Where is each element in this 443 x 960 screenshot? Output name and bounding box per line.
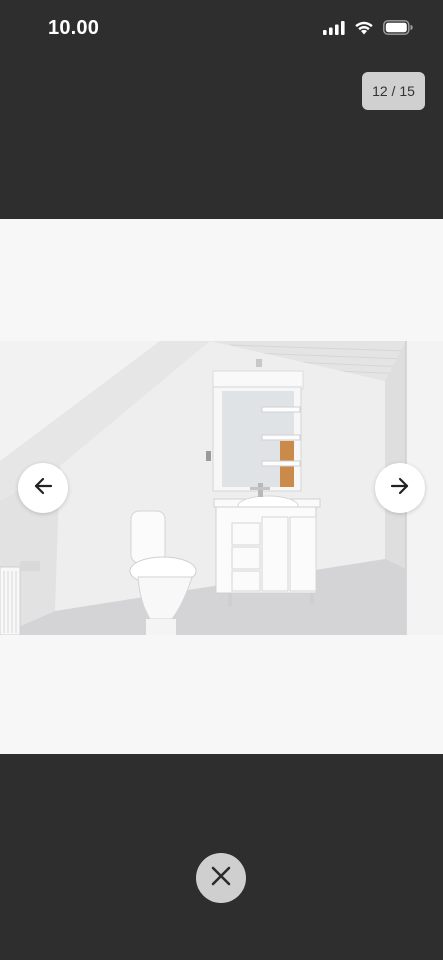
close-icon <box>210 865 232 892</box>
battery-icon <box>383 20 413 40</box>
wifi-icon <box>354 20 374 40</box>
arrow-left-icon <box>32 475 54 502</box>
image-counter-badge: 12 / 15 <box>362 72 425 110</box>
image-viewer <box>0 219 443 754</box>
next-image-button[interactable] <box>375 463 425 513</box>
close-button[interactable] <box>196 853 246 903</box>
previous-image-button[interactable] <box>18 463 68 513</box>
status-time: 10.00 <box>48 17 100 39</box>
arrow-right-icon <box>389 475 411 502</box>
status-bar: 10.00 <box>0 0 443 60</box>
signal-icon <box>323 20 345 40</box>
status-icons <box>323 20 413 40</box>
